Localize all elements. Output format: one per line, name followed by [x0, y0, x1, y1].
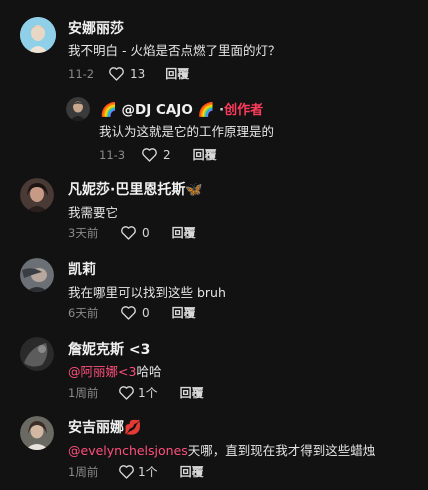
heart-outline-icon	[109, 67, 124, 81]
avatar-image	[20, 178, 54, 212]
like-count: 0	[142, 225, 150, 240]
comment-meta: 11-3 2 回覆	[99, 146, 217, 163]
avatar-image	[20, 416, 54, 450]
like-button[interactable]: 1个	[118, 384, 158, 401]
comment-meta: 6天前 0 回覆	[68, 304, 196, 321]
avatar-image	[66, 97, 90, 121]
comment-text: 我不明白 - 火焰是否点燃了里面的灯？	[68, 43, 281, 58]
comment-meta: 11-2 13 回覆	[68, 65, 189, 82]
comment-text: 我认为这就是它的工作原理是的	[99, 124, 275, 139]
reply-button[interactable]: 回覆	[172, 224, 196, 241]
like-button[interactable]: 1个	[118, 463, 158, 480]
like-count: 2	[163, 147, 171, 162]
avatar[interactable]	[20, 337, 54, 371]
comment-date: 11-3	[99, 147, 126, 162]
comment-date: 11-2	[68, 66, 95, 81]
user-mention[interactable]: @evelynchelsjones	[68, 443, 188, 458]
author-name: 🌈 @DJ CAJO 🌈	[100, 102, 215, 118]
comment-meta: 1周前 1个 回覆	[68, 463, 204, 480]
like-count: 1个	[138, 465, 158, 479]
reply-button[interactable]: 回覆	[180, 384, 204, 401]
avatar[interactable]	[20, 17, 56, 53]
comment-text-body: 天哪，直到现在我才得到这些蜡烛	[187, 443, 376, 458]
avatar[interactable]	[20, 178, 54, 212]
heart-outline-icon	[142, 148, 157, 162]
heart-outline-icon	[121, 226, 136, 240]
like-count: 13	[130, 66, 146, 81]
like-count: 1个	[138, 386, 158, 400]
heart-outline-icon	[119, 465, 134, 479]
like-button[interactable]: 0	[120, 305, 150, 320]
comment-author[interactable]: 安吉丽娜💋	[68, 417, 141, 437]
comment-date: 1周前	[68, 385, 99, 400]
comment-author[interactable]: 安娜丽莎	[68, 18, 124, 38]
comment-text-body: 哈哈	[136, 364, 162, 379]
comment-author[interactable]: 凯莉	[68, 259, 96, 279]
avatar[interactable]	[66, 97, 90, 121]
like-count: 0	[142, 305, 150, 320]
comment-text: @阿丽娜<3哈哈	[68, 361, 161, 380]
comment-text: 我需要它	[68, 205, 119, 220]
heart-outline-icon	[121, 306, 136, 320]
avatar-image	[20, 258, 54, 292]
creator-badge: 创作者	[224, 103, 264, 118]
reply-button[interactable]: 回覆	[193, 146, 217, 163]
reply-button[interactable]: 回覆	[172, 304, 196, 321]
like-button[interactable]: 2	[141, 147, 171, 162]
comments-panel: 安娜丽莎 我不明白 - 火焰是否点燃了里面的灯？ 11-2 13 回覆 🌈 @D…	[0, 0, 428, 490]
avatar[interactable]	[20, 416, 54, 450]
comment-text: @evelynchelsjones天哪，直到现在我才得到这些蜡烛	[68, 440, 375, 459]
like-button[interactable]: 0	[120, 225, 150, 240]
avatar-image	[20, 17, 56, 53]
comment-author[interactable]: 詹妮克斯 <3	[68, 339, 150, 359]
reply-button[interactable]: 回覆	[180, 463, 204, 480]
comment-author[interactable]: 🌈 @DJ CAJO 🌈 ·创作者	[100, 99, 263, 118]
like-button[interactable]: 13	[108, 66, 145, 81]
comment-meta: 1周前 1个 回覆	[68, 384, 204, 401]
comment-date: 1周前	[68, 464, 99, 479]
avatar-image	[20, 337, 54, 371]
avatar[interactable]	[20, 258, 54, 292]
heart-outline-icon	[119, 386, 134, 400]
comment-date: 3天前	[68, 225, 99, 240]
comment-text: 我在哪里可以找到这些 bruh	[68, 285, 226, 300]
user-mention[interactable]: @阿丽娜<3	[68, 364, 136, 379]
reply-button[interactable]: 回覆	[165, 65, 189, 82]
comment-date: 6天前	[68, 305, 99, 320]
comment-author[interactable]: 凡妮莎·巴里恩托斯🦋	[68, 179, 203, 199]
comment-meta: 3天前 0 回覆	[68, 224, 196, 241]
